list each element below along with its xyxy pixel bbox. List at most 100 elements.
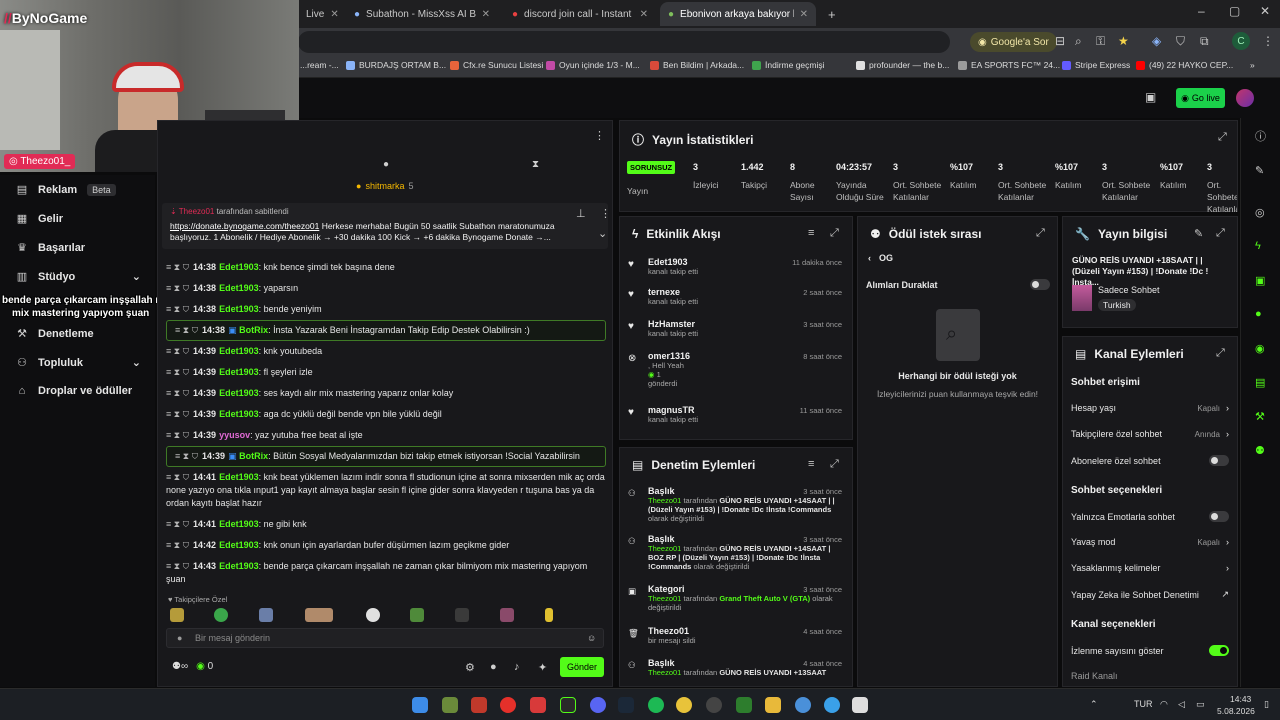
chat-message[interactable]: ≡ ⧗ ⛉ 14:41 Edet1903: ne gibi knk (166, 518, 606, 531)
chat-message[interactable]: ≡ ⧗ ⛉ 14:39 Edet1903: knk youtubeda (166, 345, 606, 358)
pencil-icon[interactable]: ✎ (1255, 164, 1264, 177)
chat-message[interactable]: ≡ ⧗ ⛉ 14:38 Edet1903: knk bence şimdi tek … (166, 261, 606, 274)
emote[interactable] (366, 608, 380, 622)
minimize-icon[interactable]: – (1198, 4, 1205, 18)
ai-moderation-row[interactable]: Yapay Zeka ile Sohbet Denetimi ↗ (1071, 589, 1229, 600)
msg-user[interactable]: BotRix (239, 325, 268, 335)
pause-toggle[interactable] (1030, 279, 1050, 290)
list-icon[interactable]: ▤ (1255, 376, 1265, 389)
msg-user[interactable]: Edet1903 (219, 304, 259, 314)
emote[interactable] (410, 608, 424, 622)
broadcast-icon[interactable]: ◉ (1255, 342, 1265, 355)
chat-message[interactable]: ≡ ⧗ ⛉ 14:42 Edet1903: knk onun için ayarla… (166, 539, 606, 552)
emote[interactable] (455, 608, 469, 622)
tab-subathon[interactable]: ● Subathon - MissXss AI Bot Syst... ✕ (346, 2, 498, 26)
discord-icon[interactable] (590, 697, 606, 713)
close-icon[interactable]: ✕ (330, 9, 338, 20)
msg-user[interactable]: BotRix (239, 451, 268, 461)
msg-user[interactable]: Edet1903 (219, 472, 259, 482)
clock-date[interactable]: 5.08.2026 (1217, 706, 1255, 716)
points-icon[interactable]: ⚉∞ (172, 661, 188, 672)
msg-user[interactable]: Edet1903 (219, 283, 259, 293)
clock-time[interactable]: 14:43 (1230, 694, 1251, 704)
profile-avatar[interactable]: C (1232, 32, 1250, 50)
msg-user[interactable]: Edet1903 (219, 519, 259, 529)
bookmark-item[interactable]: Stripe Express (1062, 60, 1130, 70)
chat-input[interactable]: ● Bir mesaj gönderin ☺ (166, 628, 604, 648)
sidebar-item-denetleme[interactable]: ⚒ Denetleme (16, 327, 94, 341)
popout-icon[interactable]: ⤢ (830, 458, 839, 471)
sidebar-item-gelir[interactable]: ▦ Gelir (16, 212, 63, 226)
chat-message[interactable]: ≡ ⧗ ⛉ 14:39 Edet1903: ses kaydı alır mix m… (166, 387, 606, 400)
kick-icon[interactable] (560, 697, 576, 713)
camera-icon[interactable]: ◎ (1255, 206, 1265, 219)
kick-coin-icon[interactable]: ◉ 0 (196, 661, 213, 672)
app-icon[interactable] (706, 697, 722, 713)
cast-icon[interactable]: ⊟ (1055, 34, 1065, 48)
subs-only-toggle[interactable] (1209, 455, 1229, 466)
creator-icon[interactable]: ▣ (1145, 90, 1156, 104)
show-views-toggle[interactable] (1209, 645, 1229, 656)
bolt-icon[interactable]: ϟ (1255, 240, 1261, 252)
msg-user[interactable]: Edet1903 (219, 540, 259, 550)
menu-icon[interactable]: ⋮ (1262, 34, 1274, 48)
close-icon[interactable]: ✕ (482, 9, 490, 20)
new-tab-button[interactable]: + (820, 2, 840, 26)
sidebar-item-studyo[interactable]: ▥ Stüdyo ⌄ (16, 270, 141, 284)
chat-message[interactable]: ≡ ⧗ ⛉ 14:39 yyusov: yaz yutuba free beat a… (166, 429, 606, 442)
chat-message[interactable]: ≡ ⧗ ⛉ 14:43 Edet1903: bende parça çıkarcam… (166, 560, 606, 586)
emote[interactable] (214, 608, 228, 622)
msg-user[interactable]: Edet1903 (219, 367, 259, 377)
tab-discord[interactable]: ● discord join call - Instant Soun... ✕ (504, 2, 656, 26)
bookmark-item[interactable]: İndirme geçmişi (752, 60, 825, 70)
language-indicator[interactable]: TUR (1134, 699, 1153, 709)
go-live-button[interactable]: ◉ Go live (1176, 88, 1225, 108)
battery-icon[interactable]: ▭ (1196, 699, 1205, 710)
popout-icon[interactable]: ⤢ (1216, 347, 1225, 360)
filter-icon[interactable]: ≡ (808, 458, 814, 470)
settings-icon[interactable]: ⚙ (465, 661, 475, 674)
msg-user[interactable]: Edet1903 (219, 346, 259, 356)
emote-icon[interactable]: ● (177, 633, 182, 643)
google-ask-chip[interactable]: ◉ Google'a Sor (970, 32, 1057, 52)
chevron-down-icon[interactable]: ⌄ (598, 227, 607, 240)
maximize-icon[interactable]: ▢ (1229, 4, 1240, 18)
rewards-back[interactable]: ‹ OG (868, 253, 893, 263)
popout-icon[interactable]: ⤢ (1036, 227, 1045, 240)
more-icon[interactable]: ⋮ (600, 207, 611, 220)
chat-icon[interactable]: ● (1255, 308, 1262, 320)
emote[interactable] (500, 608, 514, 622)
youtube-icon[interactable] (500, 697, 516, 713)
more-icon[interactable]: ⋮ (594, 129, 605, 142)
chat-message[interactable]: ≡ ⧗ ⛉ 14:39 Edet1903: aga dc yüklü değil b… (166, 408, 606, 421)
popout-icon[interactable]: ⤢ (830, 227, 839, 240)
info-icon[interactable]: ⓘ (1255, 128, 1266, 144)
sidebar-item-basarilar[interactable]: ♛ Başarılar (16, 241, 85, 255)
chat-message[interactable]: ≡ ⧗ ⛉ 14:39 Edet1903: fl şeyleri izle (166, 366, 606, 379)
chat-bubble-icon[interactable]: ● (383, 159, 389, 170)
chat-message[interactable]: ≡ ⧗ ⛉ 14:41 Edet1903: knk beat yüklemen la… (166, 471, 606, 510)
chrome-icon[interactable] (676, 697, 692, 713)
reward-icon[interactable]: ⚉ (1255, 444, 1265, 457)
bookmark-item[interactable]: EA SPORTS FC™ 24... (958, 60, 1060, 70)
chrome-icon[interactable] (824, 697, 840, 713)
sidebar-item-droplar[interactable]: ⌂ Droplar ve ödüller (16, 385, 132, 397)
bookmark-item[interactable]: profounder — the b... (856, 60, 949, 70)
popout-icon[interactable]: ⤢ (1216, 227, 1225, 240)
shield-icon[interactable]: ⛉ (1176, 34, 1185, 49)
send-button[interactable]: Gönder (560, 657, 604, 677)
more-bookmarks-icon[interactable]: » (1250, 60, 1255, 70)
close-window-icon[interactable]: ✕ (1260, 4, 1270, 18)
tab-ebonivon[interactable]: ● Ebonivon arkaya bakıyor birand... ✕ (660, 2, 816, 26)
account-age-row[interactable]: Hesap yaşı Kapalı › (1071, 403, 1229, 413)
chat-message-bot[interactable]: ≡ ⧗ ⛉ 14:38 ▣ BotRix: İnsta Yazarak Beni İ… (166, 320, 606, 341)
emote[interactable] (305, 608, 333, 622)
chevron-up-icon[interactable]: ⌃ (1090, 699, 1098, 710)
extension-icon[interactable]: ◈ (1152, 34, 1161, 48)
square-icon[interactable]: ▣ (1255, 274, 1265, 287)
emote[interactable] (170, 608, 184, 622)
bookmark-item[interactable]: Ben Bildim | Arkada... (650, 60, 744, 70)
banned-words-row[interactable]: Yasaklanmış kelimeler › (1071, 563, 1229, 573)
steam-icon[interactable] (618, 697, 634, 713)
zoom-icon[interactable]: ⌕ (1075, 34, 1082, 49)
